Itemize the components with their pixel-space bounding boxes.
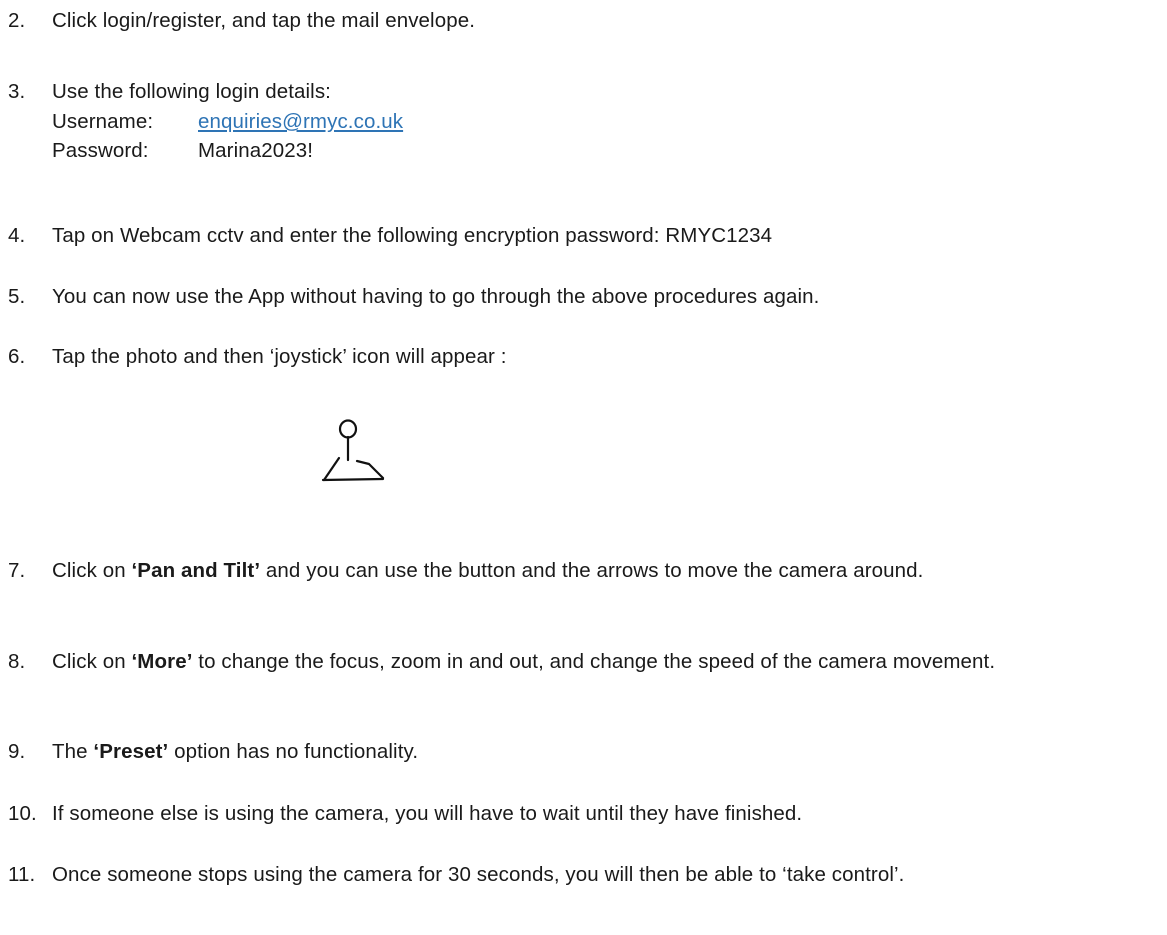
step-text: Click on ‘More’ to change the focus, zoo…	[52, 647, 1152, 677]
step-text-before: Click on	[52, 650, 132, 673]
step-number: 10.	[8, 802, 37, 825]
document-page: 2. Click login/register, and tap the mai…	[0, 0, 1167, 935]
step-number: 9.	[8, 740, 26, 763]
username-label: Username:	[52, 110, 154, 133]
step-text-after: to change the focus, zoom in and out, an…	[192, 650, 996, 673]
step-number: 6.	[8, 345, 26, 368]
step-number: 4.	[8, 224, 26, 247]
step-number: 7.	[8, 559, 26, 582]
step-text-bold: ‘Pan and Tilt’	[131, 559, 261, 582]
joystick-icon	[315, 414, 387, 486]
password-value: Marina2023!	[198, 139, 314, 162]
step-number: 2.	[8, 9, 26, 32]
step-text-bold: ‘Preset’	[93, 740, 169, 763]
step-text: Click on ‘Pan and Tilt’ and you can use …	[52, 556, 1152, 586]
step-text: Click login/register, and tap the mail e…	[52, 9, 476, 32]
step-text-before: The	[52, 740, 94, 763]
username-email-link[interactable]: enquiries@rmyc.co.uk	[198, 110, 403, 133]
step-text: If someone else is using the camera, you…	[52, 802, 803, 825]
step-text: Once someone stops using the camera for …	[52, 863, 905, 886]
step-text: Tap on Webcam cctv and enter the followi…	[52, 224, 773, 247]
step-text-bold: ‘More’	[131, 650, 193, 673]
step-text: Use the following login details:	[52, 80, 331, 103]
joystick-icon-svg	[321, 419, 385, 482]
step-text: You can now use the App without having t…	[52, 285, 820, 308]
step-text-after: and you can use the button and the arrow…	[260, 559, 924, 582]
step-text: The ‘Preset’ option has no functionality…	[52, 737, 418, 767]
step-text-before: Click on	[52, 559, 132, 582]
step-number: 11.	[8, 863, 36, 886]
step-number: 3.	[8, 80, 26, 103]
password-row: Password: Marina2023!	[52, 136, 313, 166]
password-label: Password:	[52, 139, 149, 162]
step-text: Tap the photo and then ‘joystick’ icon w…	[52, 345, 507, 368]
step-text-after: option has no functionality.	[168, 740, 419, 763]
username-row: Username: enquiries@rmyc.co.uk	[52, 107, 403, 137]
step-number: 8.	[8, 650, 26, 673]
step-number: 5.	[8, 285, 26, 308]
